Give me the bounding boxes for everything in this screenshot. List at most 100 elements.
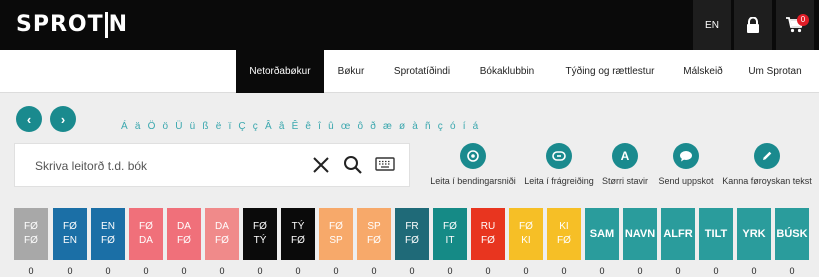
nav-item-bokaklubbin[interactable]: Bókaklubbin: [468, 50, 546, 93]
dictionary-tile[interactable]: ALFR: [661, 208, 695, 260]
tile-line: TILT: [704, 228, 728, 240]
chevron-right-icon: ›: [60, 111, 66, 127]
dictionary-tile[interactable]: FØ EN: [53, 208, 87, 260]
result-count: 0: [67, 266, 73, 276]
result-count: 0: [105, 266, 111, 276]
tile-line: FØ: [139, 221, 153, 232]
result-count: 0: [523, 266, 529, 276]
dictionary-tile[interactable]: FØ FØ: [14, 208, 48, 260]
result-count: 0: [257, 266, 263, 276]
dictionary-tile[interactable]: FØ TÝ: [243, 208, 277, 260]
result-count: 0: [143, 266, 149, 276]
nav-item-bokur[interactable]: Bøkur: [328, 50, 374, 93]
dictionary-tile[interactable]: FØ DA: [129, 208, 163, 260]
keyboard-icon[interactable]: [375, 157, 395, 171]
result-count: 0: [371, 266, 377, 276]
dictionary-tile[interactable]: EN FØ: [91, 208, 125, 260]
tile-line: FØ: [367, 235, 381, 246]
cart-button[interactable]: 0: [776, 0, 814, 50]
dictionary-tile[interactable]: TÝ FØ: [281, 208, 315, 260]
nav-item-netordabokur[interactable]: Netorðabøkur: [236, 50, 324, 93]
dictionary-tile[interactable]: DA FØ: [205, 208, 239, 260]
dictionary-tile[interactable]: SAM: [585, 208, 619, 260]
result-count: 0: [333, 266, 339, 276]
nav-item-um-sprotan[interactable]: Um Sprotan: [737, 50, 813, 93]
top-bar: SPROT N EN 0: [0, 0, 819, 50]
tile-line: FØ: [24, 221, 38, 232]
tile-line: DA: [177, 221, 191, 232]
result-count: 0: [713, 266, 719, 276]
tile-line: FØ: [177, 235, 191, 246]
nav-item-sprotatidindi[interactable]: Sprotatíðindi: [383, 50, 461, 93]
tool-search-inflection[interactable]: Leita í bendingarsniði: [428, 143, 518, 186]
tile-line: FR: [405, 221, 419, 232]
tile-line: KI: [521, 235, 531, 246]
tile-line: FØ: [253, 221, 267, 232]
dictionary-tile[interactable]: NAVN: [623, 208, 657, 260]
dictionary-tile[interactable]: RU FØ: [471, 208, 505, 260]
clear-icon[interactable]: [311, 155, 331, 175]
dictionary-tile[interactable]: YRK: [737, 208, 771, 260]
main-nav: Netorðabøkur Bøkur Sprotatíðindi Bókaklu…: [0, 50, 819, 93]
result-count: 0: [675, 266, 681, 276]
result-count: 0: [789, 266, 795, 276]
tile-line: FØ: [63, 221, 77, 232]
prev-button[interactable]: ‹: [16, 106, 42, 132]
dictionary-tile[interactable]: TILT: [699, 208, 733, 260]
dictionary-tile[interactable]: FR FØ: [395, 208, 429, 260]
tile-line: FØ: [481, 235, 495, 246]
result-count: 0: [295, 266, 301, 276]
nav-item-tyding[interactable]: Týðing og rættlestur: [552, 50, 668, 93]
tile-line: DA: [215, 221, 229, 232]
dictionary-tile[interactable]: FØ KI: [509, 208, 543, 260]
logo-text-right: N: [108, 12, 129, 37]
chat-icon: [673, 143, 699, 169]
cart-count-badge: 0: [797, 14, 809, 26]
dictionary-tile[interactable]: FØ IT: [433, 208, 467, 260]
sprotin-logo[interactable]: SPROT N: [16, 12, 128, 38]
tile-line: KI: [559, 221, 569, 232]
logo-text-left: SPROT: [16, 12, 104, 37]
result-count: 0: [181, 266, 187, 276]
tile-line: EN: [63, 235, 77, 246]
nav-item-malskeid[interactable]: Málskeið: [670, 50, 736, 93]
tool-label: Kanna føroyskan tekst: [722, 176, 812, 186]
letter-a-icon: A: [612, 143, 638, 169]
dictionary-tile[interactable]: KI FØ: [547, 208, 581, 260]
tool-label: Send uppskot: [658, 176, 714, 186]
language-button[interactable]: EN: [693, 0, 731, 50]
special-characters[interactable]: Á ä Ö ö Ü ü ß ë ï Ç ç Â â Ê ê î û œ ô ð …: [121, 121, 480, 132]
tile-line: FØ: [101, 235, 115, 246]
tile-line: FØ: [329, 221, 343, 232]
tile-line: IT: [445, 235, 455, 246]
search-icon[interactable]: [343, 155, 363, 175]
dictionary-tile[interactable]: SP FØ: [357, 208, 391, 260]
result-count: 0: [637, 266, 643, 276]
result-count: 0: [409, 266, 415, 276]
result-count: 0: [219, 266, 225, 276]
result-count: 0: [28, 266, 34, 276]
tool-label: Leita í bendingarsniði: [430, 176, 516, 186]
logo-bar: [104, 12, 108, 38]
tool-check-text[interactable]: Kanna føroyskan tekst: [722, 143, 812, 186]
dictionary-tile[interactable]: BÚSK: [775, 208, 809, 260]
tile-line: DA: [139, 235, 153, 246]
result-count: 0: [599, 266, 605, 276]
target-icon: [460, 143, 486, 169]
login-button[interactable]: [734, 0, 772, 50]
tile-line: FØ: [215, 235, 229, 246]
tile-line: TÝ: [291, 221, 305, 232]
tile-line: YRK: [742, 228, 766, 240]
dictionary-tile[interactable]: DA FØ: [167, 208, 201, 260]
dictionary-tile[interactable]: FØ SP: [319, 208, 353, 260]
search-input[interactable]: [35, 156, 295, 176]
next-button[interactable]: ›: [50, 106, 76, 132]
tile-line: FØ: [24, 235, 38, 246]
result-count: 0: [561, 266, 567, 276]
tool-send-suggestion[interactable]: Send uppskot: [641, 143, 731, 186]
lock-icon: [747, 17, 759, 33]
result-count: 0: [751, 266, 757, 276]
result-count: 0: [485, 266, 491, 276]
tile-line: FØ: [291, 235, 305, 246]
result-count: 0: [447, 266, 453, 276]
